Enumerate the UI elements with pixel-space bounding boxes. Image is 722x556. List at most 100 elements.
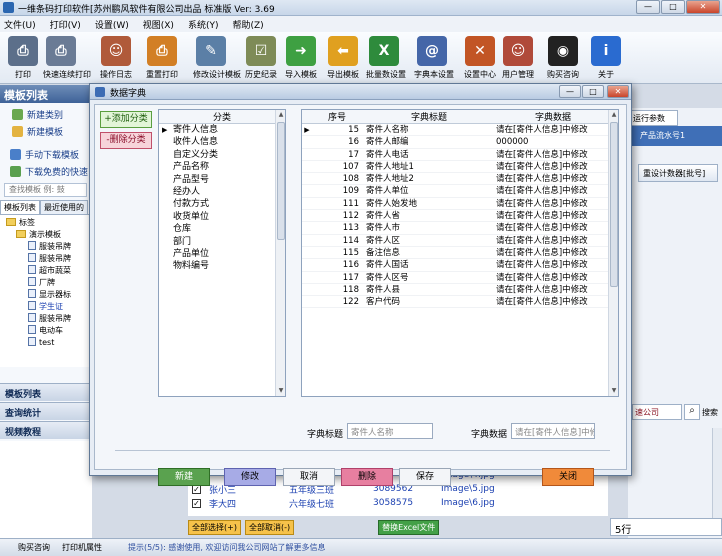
category-item[interactable]: 自定义分类 (159, 149, 285, 161)
tree-item[interactable]: 服装吊牌 (4, 253, 87, 265)
toolbar-button-6[interactable]: ➜ 导入模板 (283, 34, 319, 80)
dictionary-row[interactable]: 118 寄件人县 请在[寄件人信息]中修改 (302, 284, 618, 297)
tab-recent[interactable]: 最近使用的 (40, 200, 88, 214)
maximize-button[interactable]: □ (661, 0, 685, 14)
tree-item[interactable]: 演示模板 (4, 229, 87, 241)
section-query-stats[interactable]: 查询统计 (0, 402, 92, 420)
template-search-input[interactable]: 查找模板 例: 鼓 (4, 183, 87, 197)
toolbar-button-8[interactable]: X 批量数设置 (366, 34, 406, 80)
minimize-button[interactable]: — (636, 0, 660, 14)
tree-item[interactable]: 超市蔬菜 (4, 265, 87, 277)
dialog-minimize-button[interactable]: — (559, 85, 581, 98)
toolbar-button-3[interactable]: ⎙ 重置打印 (144, 34, 180, 80)
toolbar-button-0[interactable]: ⎙ 打印 (5, 34, 41, 80)
scroll-up-icon[interactable]: ▲ (276, 110, 286, 120)
toolbar-button-5[interactable]: ☑ 历史纪录 (243, 34, 279, 80)
category-item[interactable]: 经办人 (159, 186, 285, 198)
category-item[interactable]: 寄件人信息 (159, 124, 285, 137)
dict-title-input[interactable]: 寄件人名称 (347, 423, 433, 439)
edit-button[interactable]: 修改 (224, 468, 276, 486)
toolbar-button-11[interactable]: ☺ 用户管理 (500, 34, 536, 80)
tree-item[interactable]: 服装吊牌 (4, 313, 87, 325)
dictionary-row[interactable]: 113 寄件人市 请在[寄件人信息]中修改 (302, 222, 618, 235)
category-item[interactable]: 付款方式 (159, 198, 285, 210)
dictionary-row[interactable]: 116 寄件人国话 请在[寄件人信息]中修改 (302, 259, 618, 272)
cancel-button[interactable]: 取消 (283, 468, 335, 486)
toolbar-button-12[interactable]: ◉ 购买咨询 (545, 34, 581, 80)
tree-item[interactable]: 显示器标 (4, 289, 87, 301)
printer-props-link[interactable]: 打印机属性 (62, 542, 102, 553)
toolbar-button-9[interactable]: @ 字典本设置 (414, 34, 454, 80)
delete-button[interactable]: 删除 (341, 468, 393, 486)
category-item[interactable]: 收件人信息 (159, 136, 285, 148)
delete-category-button[interactable]: -删除分类 (100, 132, 152, 149)
select-all-button[interactable]: 全部选择(+) (188, 519, 241, 535)
dict-data-input[interactable]: 请在[寄件人信息]中修 (511, 423, 595, 439)
section-video-tutorials[interactable]: 视频教程 (0, 421, 92, 439)
dictionary-row[interactable]: 117 寄件人区号 请在[寄件人信息]中修改 (302, 272, 618, 284)
col-number[interactable]: 序号 (312, 110, 362, 123)
free-download-link[interactable]: 下载免费的快速 (0, 163, 91, 180)
manual-download-link[interactable]: 手动下载模板 (0, 146, 91, 163)
toolbar-button-2[interactable]: ☺ 操作日志 (98, 34, 134, 80)
dictionary-row[interactable]: 107 寄件人地址1 请在[寄件人信息]中修改 (302, 161, 618, 174)
col-title[interactable]: 字典标题 (362, 110, 492, 123)
toolbar-button-7[interactable]: ⬅ 导出模板 (325, 34, 361, 80)
toolbar-button-13[interactable]: i 关于 (588, 34, 624, 80)
selected-param-row[interactable]: 产品流水号1 (630, 126, 722, 146)
tab-run-params[interactable]: 运行参数 (630, 110, 678, 126)
dictionary-row[interactable]: 109 寄件人单位 请在[寄件人信息]中修改 (302, 185, 618, 198)
tree-item[interactable]: 学生证 (4, 301, 87, 313)
scroll-down-icon[interactable]: ▼ (276, 386, 286, 396)
category-item[interactable]: 仓库 (159, 223, 285, 235)
dictionary-row[interactable]: 115 备注信息 请在[寄件人信息]中修改 (302, 247, 618, 260)
tree-item[interactable]: 标签 (4, 217, 87, 229)
dialog-maximize-button[interactable]: □ (582, 85, 604, 98)
new-button[interactable]: 新建 (158, 468, 210, 486)
row-checkbox[interactable]: ✓ (192, 498, 201, 508)
dictionary-row[interactable]: 122 客户代码 请在[寄件人信息]中修改 (302, 296, 618, 309)
category-scroll-thumb[interactable] (277, 122, 285, 240)
col-data[interactable]: 字典数据 (492, 110, 610, 123)
section-template-list[interactable]: 模板列表 (0, 383, 92, 401)
dictionary-row[interactable]: 114 寄件人区 请在[寄件人信息]中修改 (302, 235, 618, 247)
table-row[interactable]: ✓ 李大四 六年级七班 3058575 Image\6.jpg (188, 496, 608, 510)
close-window-button[interactable]: ✕ (686, 0, 720, 14)
menu-settings[interactable]: 设置(W) (95, 18, 129, 31)
tree-item[interactable]: 电动车 (4, 325, 87, 337)
dictionary-scrollbar[interactable]: ▲ ▼ (608, 110, 618, 396)
tree-item[interactable]: test (4, 337, 87, 349)
menu-print[interactable]: 打印(V) (50, 18, 81, 31)
menu-file[interactable]: 文件(U) (4, 18, 36, 31)
dict-scroll-down-icon[interactable]: ▼ (609, 386, 619, 396)
add-category-button[interactable]: +添加分类 (100, 111, 152, 128)
cancel-all-button[interactable]: 全部取消(-) (244, 519, 295, 535)
tab-template-list[interactable]: 模板列表 (0, 200, 40, 214)
category-scrollbar[interactable]: ▲ ▼ (275, 110, 285, 396)
dict-scroll-thumb[interactable] (610, 122, 618, 287)
new-template-action[interactable]: 新建模板 (0, 123, 91, 140)
category-item[interactable]: 部门 (159, 236, 285, 248)
category-item[interactable]: 产品名称 (159, 161, 285, 173)
menu-view[interactable]: 视图(X) (143, 18, 174, 31)
category-item[interactable]: 物料编号 (159, 260, 285, 272)
category-item[interactable]: 产品型号 (159, 174, 285, 186)
dict-scroll-up-icon[interactable]: ▲ (609, 110, 619, 120)
right-scrollbar[interactable] (712, 428, 722, 528)
new-category-action[interactable]: 新建类别 (0, 106, 91, 123)
dictionary-row[interactable]: 112 寄件人省 请在[寄件人信息]中修改 (302, 210, 618, 223)
category-item[interactable]: 收货单位 (159, 211, 285, 223)
dictionary-row[interactable]: ▶ 15 寄件人名称 请在[寄件人信息]中修改 (302, 124, 618, 137)
category-item[interactable]: 产品单位 (159, 248, 285, 260)
dictionary-row[interactable]: 16 寄件人邮编 000000 (302, 136, 618, 149)
dictionary-row[interactable]: 108 寄件人地址2 请在[寄件人信息]中修改 (302, 173, 618, 186)
toolbar-button-10[interactable]: ✕ 设置中心 (462, 34, 498, 80)
tree-item[interactable]: 厂牌 (4, 277, 87, 289)
tree-item[interactable]: 服装吊牌 (4, 241, 87, 253)
toolbar-button-4[interactable]: ✎ 修改设计模板 (193, 34, 241, 80)
buy-consult-link[interactable]: 购买咨询 (18, 542, 50, 553)
dictionary-row[interactable]: 111 寄件人始发地 请在[寄件人信息]中修改 (302, 198, 618, 211)
toolbar-button-1[interactable]: ⎙ 快速连续打印 (43, 34, 91, 80)
menu-help[interactable]: 帮助(Z) (232, 18, 263, 31)
company-select[interactable]: 速公司 (632, 404, 682, 420)
